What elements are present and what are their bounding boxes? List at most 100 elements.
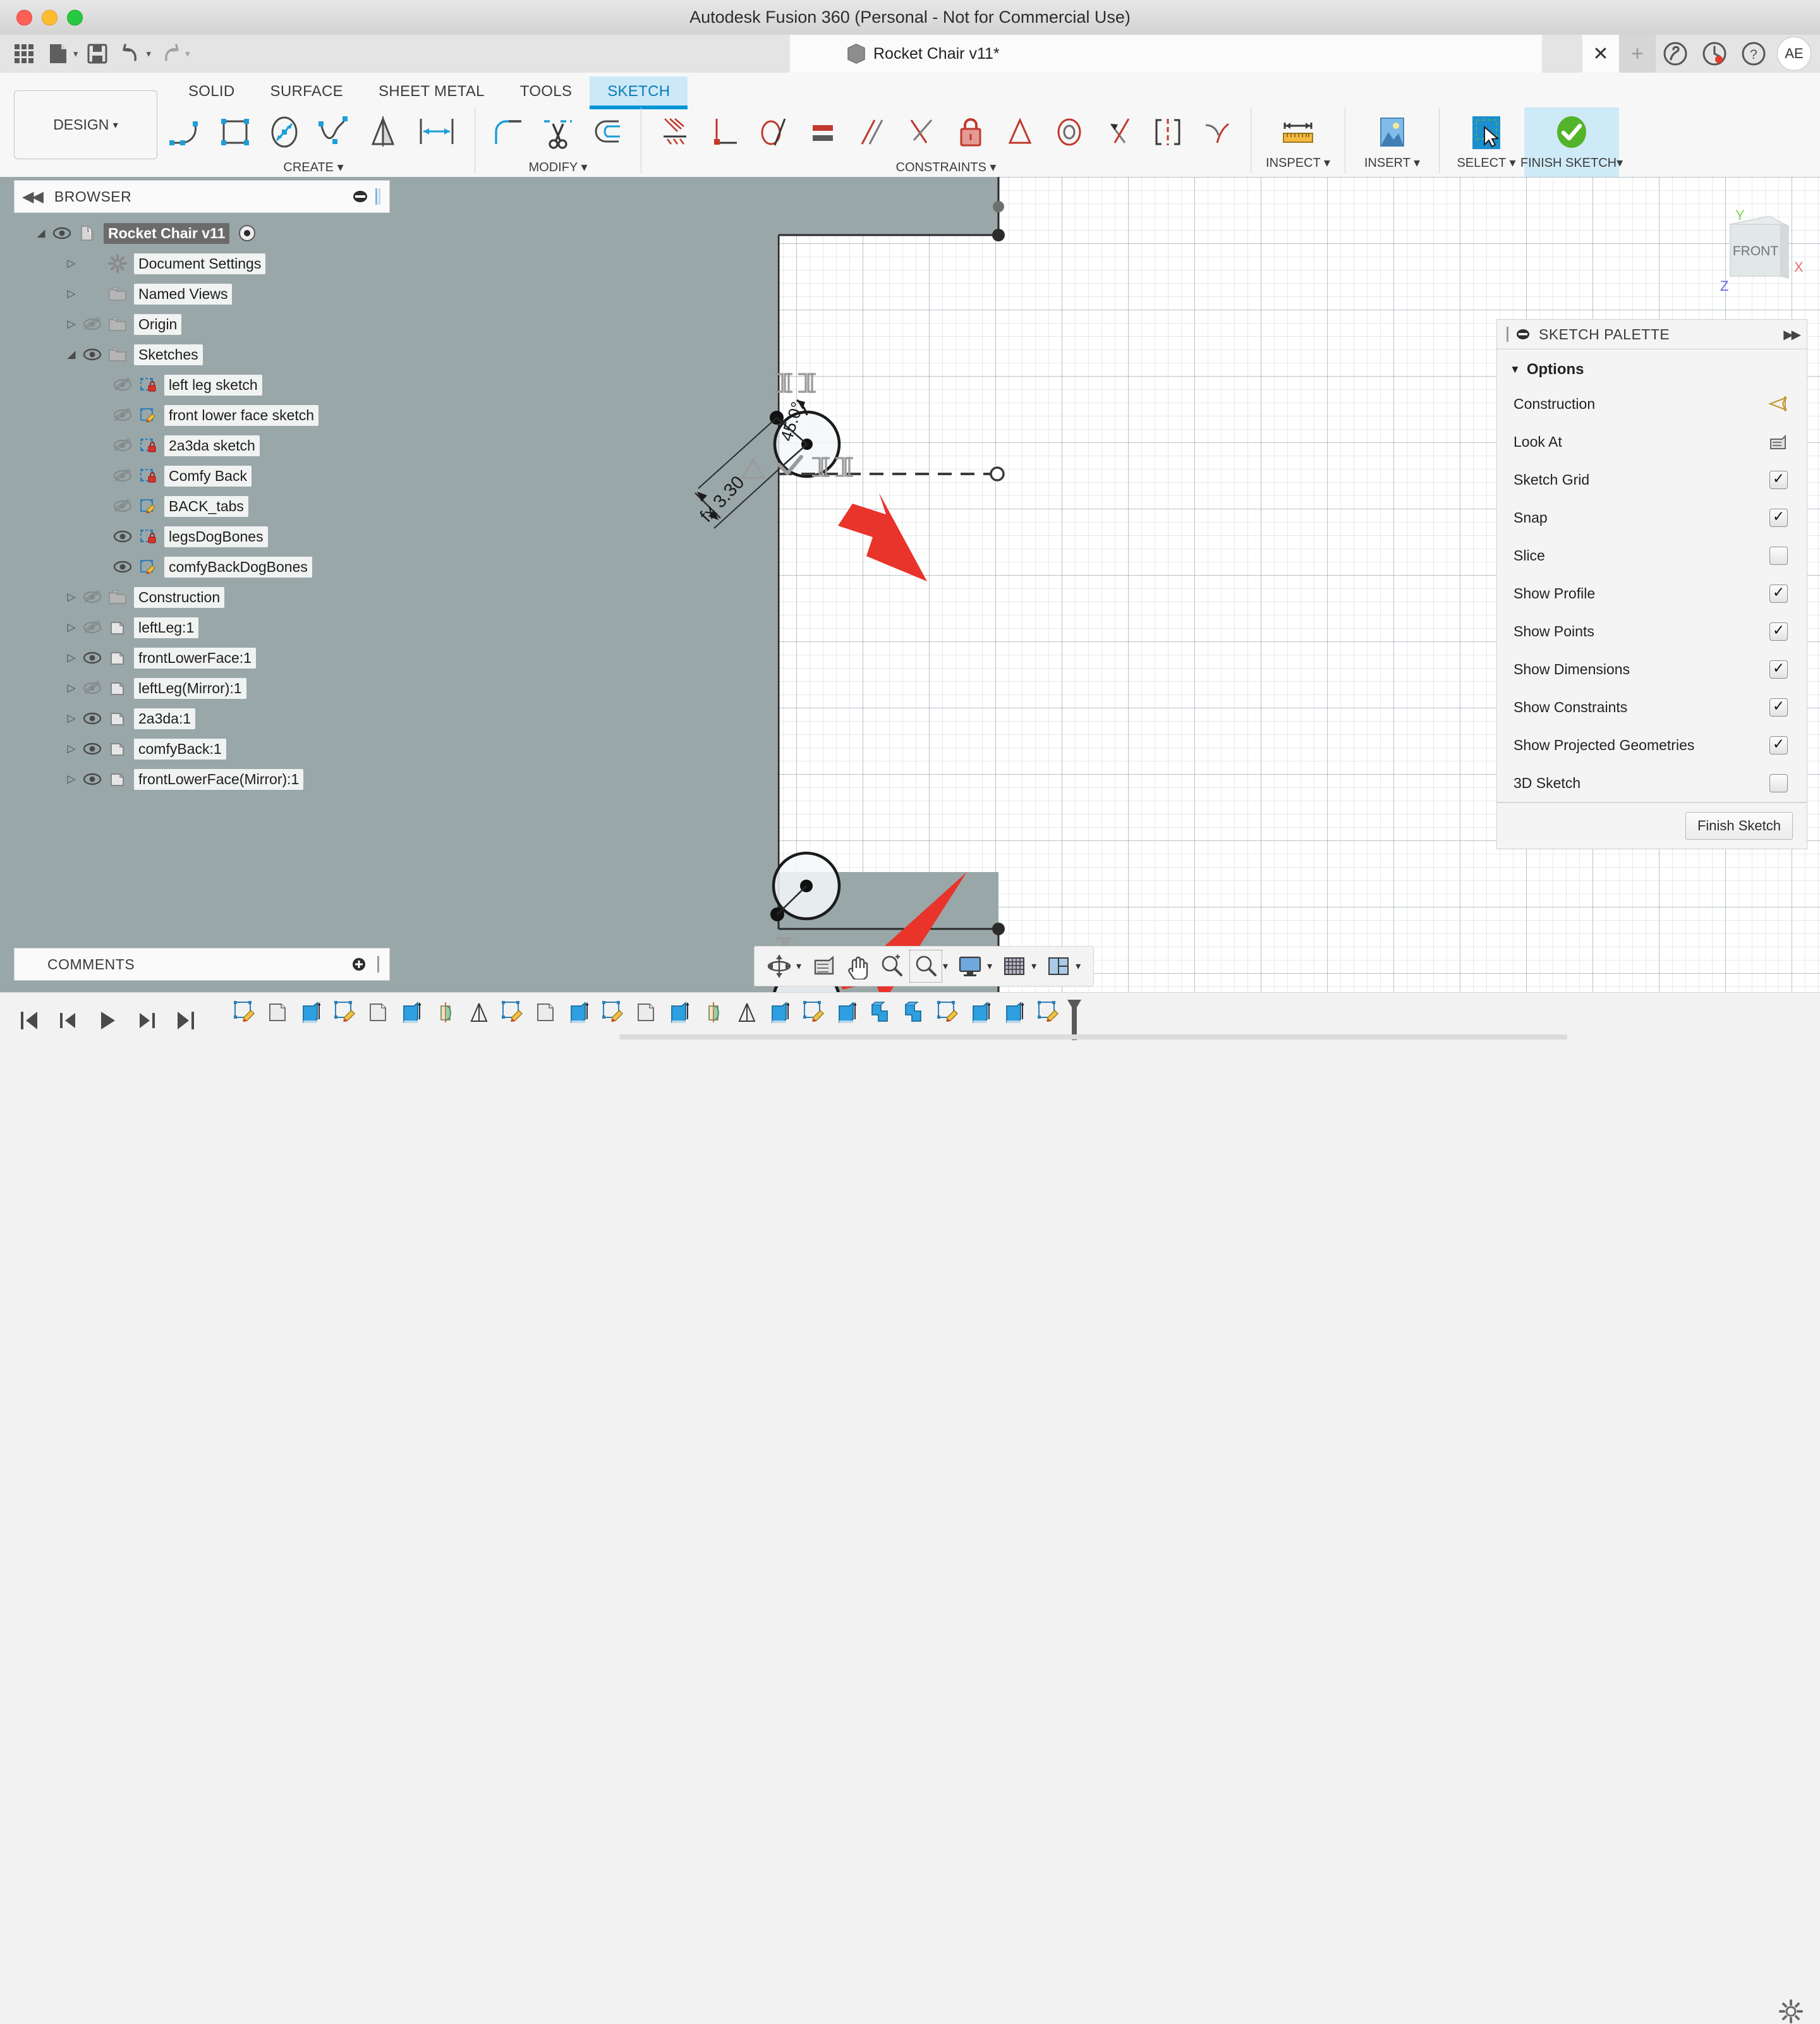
visibility-eye-icon[interactable] <box>80 317 105 331</box>
palette-option-snap[interactable]: Snap ✓ <box>1497 499 1807 536</box>
viewports-icon[interactable] <box>1043 950 1074 982</box>
circle-icon[interactable] <box>260 108 309 157</box>
perpendicular-constraint-icon[interactable] <box>700 108 749 157</box>
tab-surface[interactable]: SURFACE <box>253 76 361 106</box>
palette-finish-sketch-button[interactable]: Finish Sketch <box>1685 812 1793 840</box>
close-tab-button[interactable]: ✕ <box>1582 35 1619 73</box>
tree-expand-arrow-icon[interactable]: ▷ <box>63 318 80 330</box>
fit-icon[interactable] <box>909 950 943 983</box>
timeline-feature-combine[interactable] <box>864 998 897 1038</box>
save-icon[interactable] <box>82 39 112 69</box>
select-button[interactable]: SELECT ▾ <box>1448 107 1524 177</box>
browser-node-named-views[interactable]: ▷ Named Views <box>14 279 393 309</box>
new-file-caret-icon[interactable]: ▾ <box>73 48 78 59</box>
orbit-icon[interactable] <box>763 950 795 982</box>
zoom-window-button[interactable] <box>67 9 83 25</box>
display-settings-icon[interactable] <box>954 950 986 982</box>
palette-option-slice[interactable]: Slice <box>1497 536 1807 574</box>
tree-expand-arrow-icon[interactable]: ▷ <box>63 682 80 694</box>
view-cube[interactable]: FRONT Y X Z <box>1694 202 1814 310</box>
palette-checkbox-slice[interactable] <box>1769 546 1788 565</box>
visibility-eye-icon[interactable] <box>80 348 105 361</box>
display-settings-caret-icon[interactable]: ▾ <box>987 960 992 973</box>
zoom-icon[interactable] <box>876 950 907 982</box>
visibility-eye-icon[interactable] <box>110 560 135 574</box>
tab-tools[interactable]: TOOLS <box>502 76 590 106</box>
tab-solid[interactable]: SOLID <box>171 76 253 106</box>
extensions-icon[interactable] <box>1656 35 1695 73</box>
insert-button[interactable]: INSERT ▾ <box>1354 107 1430 177</box>
viewports-caret-icon[interactable]: ▾ <box>1076 960 1081 973</box>
browser-node-left-leg-sketch[interactable]: left leg sketch <box>14 370 393 400</box>
browser-node-rocket-chair-v11[interactable]: ◢ Rocket Chair v11 <box>14 218 393 248</box>
construction-icon[interactable] <box>1768 394 1788 413</box>
timeline-feature-sketch[interactable] <box>797 998 830 1038</box>
mirror-icon[interactable] <box>358 108 408 157</box>
horizontal-vertical-constraint-icon[interactable] <box>995 108 1045 157</box>
visibility-eye-icon[interactable] <box>110 378 135 392</box>
tangent-constraint-icon[interactable] <box>749 108 798 157</box>
browser-resize-handle[interactable] <box>374 187 382 206</box>
visibility-eye-icon[interactable] <box>110 469 135 483</box>
palette-option-3d-sketch[interactable]: 3D Sketch <box>1497 764 1807 802</box>
timeline-feature-extrude[interactable] <box>562 998 596 1038</box>
visibility-eye-icon[interactable] <box>80 681 105 695</box>
visibility-eye-icon[interactable] <box>80 621 105 634</box>
inspect-button[interactable]: INSPECT ▾ <box>1260 107 1336 177</box>
visibility-eye-icon[interactable] <box>80 651 105 665</box>
fillet-icon[interactable] <box>484 108 533 157</box>
palette-checkbox-show-dimensions[interactable]: ✓ <box>1769 660 1788 679</box>
timeline-feature-sketch[interactable] <box>1031 998 1065 1038</box>
parallel-constraint-icon[interactable] <box>847 108 897 157</box>
visibility-eye-icon[interactable] <box>80 772 105 786</box>
grid-snap-icon[interactable] <box>998 950 1030 982</box>
browser-node-frontlowerface-mirror-1[interactable]: ▷ frontLowerFace(Mirror):1 <box>14 764 393 794</box>
palette-option-show-points[interactable]: Show Points ✓ <box>1497 612 1807 650</box>
timeline-feature-extrude[interactable] <box>964 998 998 1038</box>
visibility-eye-icon[interactable] <box>110 499 135 513</box>
palette-option-show-projected-geometries[interactable]: Show Projected Geometries ✓ <box>1497 726 1807 764</box>
look-at-icon[interactable] <box>1768 432 1788 451</box>
document-tab[interactable]: Rocket Chair v11* <box>790 35 1542 73</box>
tab-sheet-metal[interactable]: SHEET METAL <box>361 76 502 106</box>
timeline-feature-sketch[interactable] <box>931 998 964 1038</box>
browser-node-legsdogbones[interactable]: legsDogBones <box>14 521 393 552</box>
undo-icon[interactable] <box>116 39 147 69</box>
timeline-settings-icon[interactable] <box>1778 1999 1804 2024</box>
tree-expand-arrow-icon[interactable]: ◢ <box>33 227 49 239</box>
palette-checkbox-show-points[interactable]: ✓ <box>1769 622 1788 641</box>
timeline-feature-combine[interactable] <box>897 998 931 1038</box>
palette-expand-icon[interactable]: ▶▶ <box>1783 327 1801 342</box>
browser-node-2a3da-sketch[interactable]: 2a3da sketch <box>14 430 393 461</box>
browser-node-leftleg-mirror-1[interactable]: ▷ leftLeg(Mirror):1 <box>14 673 393 703</box>
add-comment-icon[interactable] <box>351 957 367 972</box>
timeline-feature-revolve[interactable] <box>696 998 730 1038</box>
timeline-rail[interactable] <box>619 1034 1567 1039</box>
window-controls[interactable] <box>16 9 83 25</box>
browser-node-sketches[interactable]: ◢ Sketches <box>14 339 393 370</box>
step-forward-button[interactable] <box>134 1007 159 1034</box>
palette-minimize-icon[interactable] <box>1516 327 1530 341</box>
palette-checkbox-sketch-grid[interactable]: ✓ <box>1769 470 1788 489</box>
browser-node-2a3da-1[interactable]: ▷ 2a3da:1 <box>14 703 393 734</box>
browser-node-front-lower-face-sketch[interactable]: front lower face sketch <box>14 400 393 430</box>
new-tab-button[interactable]: + <box>1619 35 1656 73</box>
palette-option-show-profile[interactable]: Show Profile ✓ <box>1497 574 1807 612</box>
redo-icon[interactable] <box>155 39 185 69</box>
ribbon-group-label-constraints[interactable]: CONSTRAINTS ▾ <box>896 159 997 175</box>
browser-node-leftleg-1[interactable]: ▷ leftLeg:1 <box>14 612 393 643</box>
collinear-constraint-icon[interactable] <box>1094 108 1143 157</box>
browser-node-back-tabs[interactable]: BACK_tabs <box>14 491 393 521</box>
design-workspace-selector[interactable]: DESIGN ▾ <box>14 90 157 159</box>
orbit-caret-icon[interactable]: ▾ <box>796 960 801 973</box>
timeline-feature-revolve[interactable] <box>428 998 462 1038</box>
visibility-eye-icon[interactable] <box>80 742 105 756</box>
tree-expand-arrow-icon[interactable]: ▷ <box>63 712 80 725</box>
timeline-feature-sketch[interactable] <box>596 998 629 1038</box>
visibility-eye-icon[interactable] <box>49 226 75 240</box>
tree-expand-arrow-icon[interactable]: ◢ <box>63 348 80 361</box>
undo-caret-icon[interactable]: ▾ <box>147 48 152 59</box>
palette-option-show-dimensions[interactable]: Show Dimensions ✓ <box>1497 650 1807 688</box>
visibility-eye-icon[interactable] <box>110 408 135 422</box>
palette-checkbox-snap[interactable]: ✓ <box>1769 508 1788 527</box>
